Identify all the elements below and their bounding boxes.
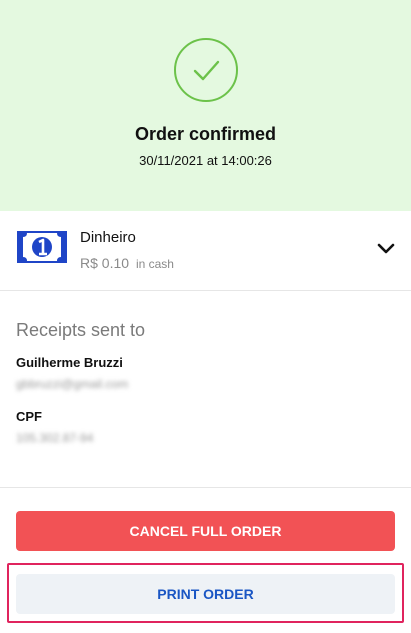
cash-bill-icon — [17, 231, 67, 263]
confirmation-header: Order confirmed 30/11/2021 at 14:00:26 — [0, 0, 411, 211]
payment-method-label: Dinheiro — [80, 229, 136, 246]
customer-name: Guilherme Bruzzi — [16, 355, 123, 370]
chevron-down-icon[interactable] — [376, 241, 396, 257]
divider — [0, 487, 411, 488]
cpf-label: CPF — [16, 409, 42, 424]
print-order-button[interactable]: PRINT ORDER — [16, 574, 395, 614]
payment-amount-value: R$ 0.10 — [80, 255, 130, 271]
check-circle-icon — [174, 38, 238, 102]
customer-email: gbbruzzi@gmail.com — [16, 377, 129, 391]
receipts-title: Receipts sent to — [16, 320, 146, 340]
payment-amount: R$ 0.10 in cash — [80, 255, 174, 271]
payment-row[interactable]: Dinheiro R$ 0.10 in cash — [0, 211, 411, 291]
payment-amount-note: in cash — [135, 257, 174, 271]
order-datetime: 30/11/2021 at 14:00:26 — [139, 153, 272, 168]
cpf-value: 105.302.87-94 — [16, 431, 94, 445]
cancel-full-order-button[interactable]: CANCEL FULL ORDER — [16, 511, 395, 551]
order-confirmed-title: Order confirmed — [134, 124, 277, 144]
